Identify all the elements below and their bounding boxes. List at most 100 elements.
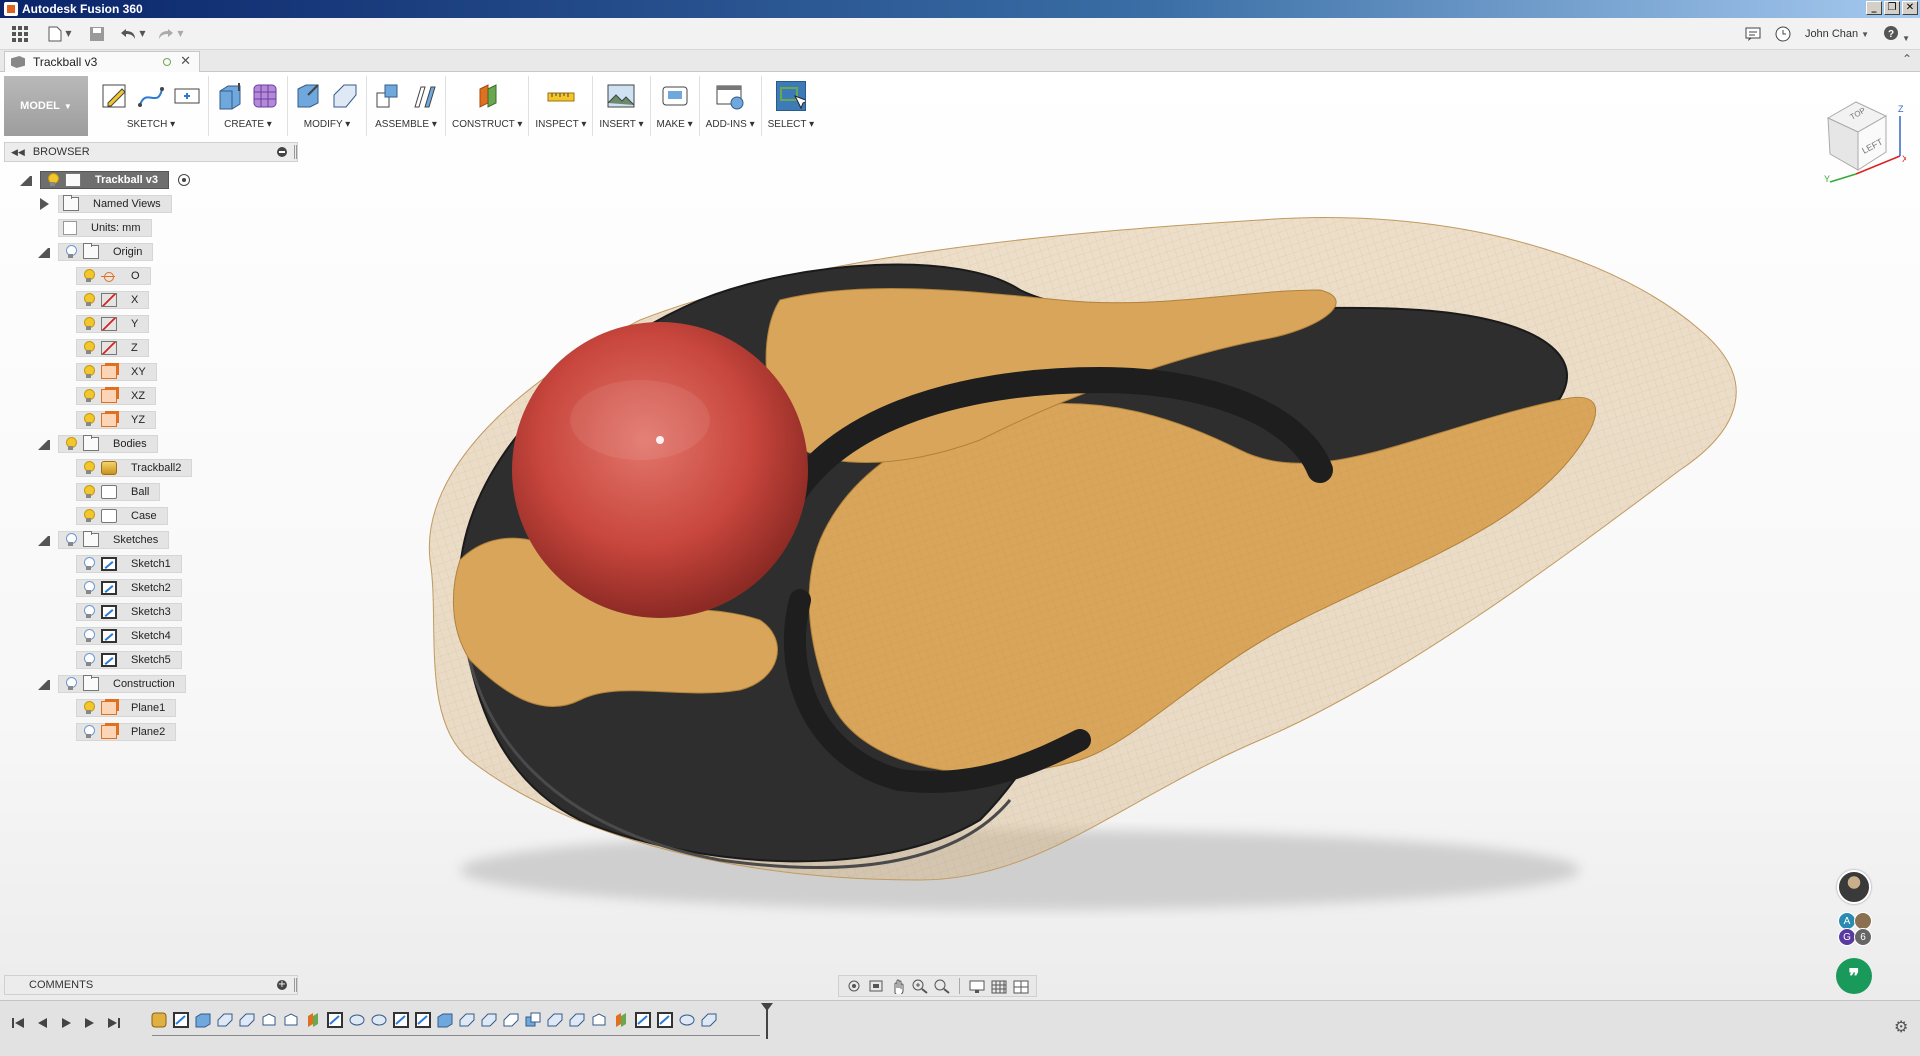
named-views-row[interactable]: Named Views	[38, 194, 172, 214]
extrude-icon[interactable]	[215, 81, 245, 111]
scripts-icon[interactable]	[715, 81, 745, 111]
expand-toggle-icon[interactable]	[38, 534, 50, 546]
zoom-icon[interactable]	[911, 978, 929, 994]
step-forward-icon[interactable]	[82, 1015, 98, 1031]
expand-toggle-icon[interactable]	[38, 246, 50, 258]
bodies-folder[interactable]: Bodies	[58, 435, 158, 453]
visibility-bulb-icon[interactable]	[81, 268, 95, 284]
visibility-bulb-icon[interactable]	[81, 412, 95, 428]
visibility-bulb-icon[interactable]	[63, 676, 77, 692]
expand-toggle-icon[interactable]	[38, 438, 50, 450]
tree-root-row[interactable]: Trackball v3	[20, 170, 190, 190]
visibility-bulb-icon[interactable]	[81, 508, 95, 524]
revolve-feature-icon[interactable]	[678, 1011, 696, 1029]
units-node[interactable]: Units: mm	[58, 219, 152, 237]
look-at-icon[interactable]	[867, 978, 885, 994]
units-row[interactable]: Units: mm	[58, 218, 152, 238]
collaborators-stack[interactable]: A G 6	[1838, 912, 1874, 948]
rectangle-icon[interactable]	[172, 81, 202, 111]
user-avatar[interactable]	[1837, 870, 1871, 904]
visibility-bulb-icon[interactable]	[81, 628, 95, 644]
tree-item-origin-z[interactable]: Z	[76, 338, 149, 358]
activate-component-icon[interactable]	[178, 174, 190, 186]
visibility-bulb-icon[interactable]	[81, 460, 95, 476]
origin-folder-row[interactable]: Origin	[38, 242, 154, 262]
chat-button[interactable]: ❞	[1836, 958, 1872, 994]
bodies-folder-row[interactable]: Bodies	[38, 434, 158, 454]
redo-button[interactable]: ▼	[152, 18, 190, 50]
add-comment-icon[interactable]: +	[277, 980, 287, 990]
joint-icon[interactable]	[409, 81, 439, 111]
viewports-icon[interactable]	[1012, 978, 1030, 994]
visibility-bulb-icon[interactable]	[81, 724, 95, 740]
sketch-feature-icon[interactable]	[392, 1011, 410, 1029]
tree-item-origin-y[interactable]: Y	[76, 314, 150, 334]
extrude-feature-icon[interactable]	[194, 1011, 212, 1029]
orbit-icon[interactable]	[845, 978, 863, 994]
visibility-bulb-icon[interactable]	[81, 580, 95, 596]
add-ins-group[interactable]: ADD-INS ▾	[700, 76, 762, 136]
data-panel-button[interactable]	[0, 18, 40, 50]
insert-group[interactable]: INSERT ▾	[593, 76, 651, 136]
browser-resize-grip-icon[interactable]	[294, 145, 297, 159]
sketch-feature-icon[interactable]	[656, 1011, 674, 1029]
combine-feature-icon[interactable]	[524, 1011, 542, 1029]
visibility-bulb-icon[interactable]	[81, 484, 95, 500]
go-to-start-icon[interactable]	[10, 1015, 26, 1031]
tree-item-origin-x[interactable]: X	[76, 290, 150, 310]
tree-item-origin-yz[interactable]: YZ	[76, 410, 157, 430]
new-component-icon[interactable]	[373, 81, 403, 111]
revolve-feature-icon[interactable]	[370, 1011, 388, 1029]
browser-header[interactable]: ◀◀ BROWSER	[4, 142, 298, 162]
tree-item-sketch2[interactable]: Sketch2	[76, 578, 182, 598]
trackball-ball[interactable]	[512, 322, 808, 618]
fillet-icon[interactable]	[330, 81, 360, 111]
mesh-feature-icon[interactable]	[150, 1011, 168, 1029]
insert-image-icon[interactable]	[606, 81, 636, 111]
workspace-switcher[interactable]: MODEL ▼	[4, 76, 88, 136]
origin-folder[interactable]: Origin	[58, 243, 154, 261]
visibility-bulb-icon[interactable]	[81, 652, 95, 668]
expand-toggle-icon[interactable]	[40, 198, 52, 210]
inspect-group[interactable]: INSPECT ▾	[529, 76, 594, 136]
make-group[interactable]: MAKE ▾	[651, 76, 700, 136]
visibility-bulb-icon[interactable]	[63, 532, 77, 548]
form-icon[interactable]	[251, 81, 281, 111]
construction-folder[interactable]: Construction	[58, 675, 186, 693]
sketch-group[interactable]: SKETCH ▾	[94, 76, 209, 136]
tree-item-plane2[interactable]: Plane2	[76, 722, 177, 742]
tree-item-body-ball[interactable]: Ball	[76, 482, 161, 502]
fillet-feature-icon[interactable]	[568, 1011, 586, 1029]
sketches-folder[interactable]: Sketches	[58, 531, 170, 549]
close-window-button[interactable]: ✕	[1902, 1, 1918, 15]
collapse-browser-icon[interactable]: ◀◀	[11, 147, 25, 158]
play-icon[interactable]	[58, 1015, 74, 1031]
tree-item-origin-xz[interactable]: XZ	[76, 386, 157, 406]
visibility-bulb-icon[interactable]	[81, 388, 95, 404]
construction-folder-row[interactable]: Construction	[38, 674, 186, 694]
3d-print-icon[interactable]	[660, 81, 690, 111]
timeline-track[interactable]	[150, 1003, 773, 1039]
minimize-button[interactable]: _	[1866, 1, 1882, 15]
visibility-bulb-icon[interactable]	[63, 436, 77, 452]
maximize-button[interactable]: ❐	[1884, 1, 1900, 15]
expand-toggle-icon[interactable]	[20, 174, 32, 186]
visibility-bulb-icon[interactable]	[45, 172, 59, 188]
revolve-feature-icon[interactable]	[348, 1011, 366, 1029]
measure-icon[interactable]	[546, 81, 576, 111]
tree-item-body-trackball2[interactable]: Trackball2	[76, 458, 193, 478]
fit-icon[interactable]	[933, 978, 951, 994]
extrude-feature-icon[interactable]	[436, 1011, 454, 1029]
create-sketch-icon[interactable]	[100, 81, 130, 111]
sketch-feature-icon[interactable]	[414, 1011, 432, 1029]
plane-feature-icon[interactable]	[304, 1011, 322, 1029]
close-tab-icon[interactable]: ✕	[180, 54, 191, 69]
tree-item-plane1[interactable]: Plane1	[76, 698, 177, 718]
undo-button[interactable]: ▼	[114, 18, 152, 50]
press-pull-icon[interactable]	[294, 81, 324, 111]
fillet-feature-icon[interactable]	[216, 1011, 234, 1029]
select-icon[interactable]	[775, 81, 806, 111]
sketch-feature-icon[interactable]	[634, 1011, 652, 1029]
tree-item-sketch4[interactable]: Sketch4	[76, 626, 182, 646]
shell-feature-icon[interactable]	[282, 1011, 300, 1029]
